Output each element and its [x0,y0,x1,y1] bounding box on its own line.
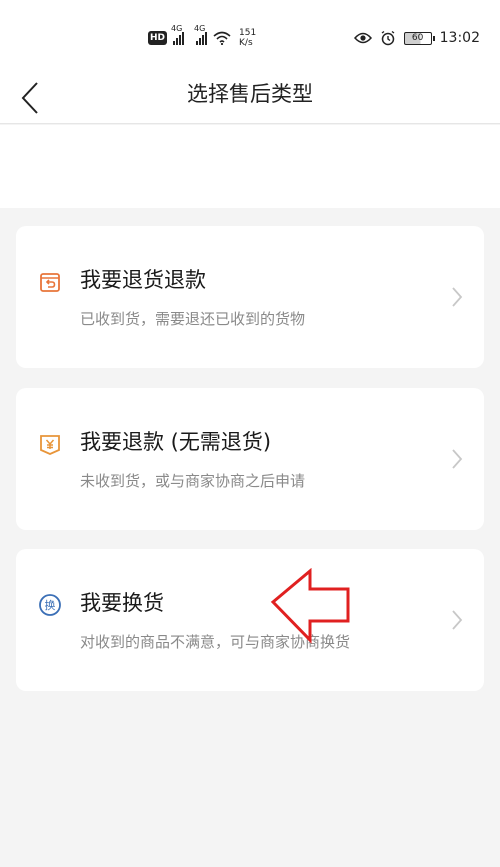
nav-bar: 选择售后类型 [0,72,500,124]
option-description: 对收到的商品不满意，可与商家协商换货 [80,633,351,651]
status-left: HD 4G 4G 151 K/s [148,24,257,50]
chevron-right-icon [452,610,463,630]
yen-refund-icon [40,435,60,455]
signal-icon: 4G [171,24,185,45]
hd-badge: HD [148,31,168,45]
eye-icon [353,32,372,44]
option-refund-only[interactable]: 我要退款 (无需退货) 未收到货，或与商家协商之后申请 [16,388,484,530]
network-speed: 151 K/s [239,28,257,48]
clock: 13:02 [439,30,480,46]
chevron-right-icon [452,449,463,469]
exchange-icon: 换 [39,594,61,616]
option-exchange[interactable]: 换 我要换货 对收到的商品不满意，可与商家协商换货 [16,549,484,691]
status-bar: HD 4G 4G 151 K/s 60 13:02 [0,0,500,72]
header-spacer [0,125,500,208]
chevron-right-icon [452,287,463,307]
wifi-icon [213,31,231,45]
return-box-icon [40,273,60,292]
alarm-icon [381,30,395,46]
option-title: 我要退货退款 [80,268,206,292]
status-right: 60 13:02 [353,28,480,48]
option-description: 未收到货，或与商家协商之后申请 [80,472,306,490]
page-title: 选择售后类型 [187,82,313,106]
option-description: 已收到货，需要退还已收到的货物 [80,310,306,328]
option-title: 我要换货 [80,591,164,615]
option-return-refund[interactable]: 我要退货退款 已收到货，需要退还已收到的货物 [16,226,484,368]
battery-icon: 60 [403,31,435,45]
svg-text:换: 换 [45,598,56,612]
option-title: 我要退款 (无需退货) [80,430,272,454]
signal-icon-2: 4G [194,24,208,45]
